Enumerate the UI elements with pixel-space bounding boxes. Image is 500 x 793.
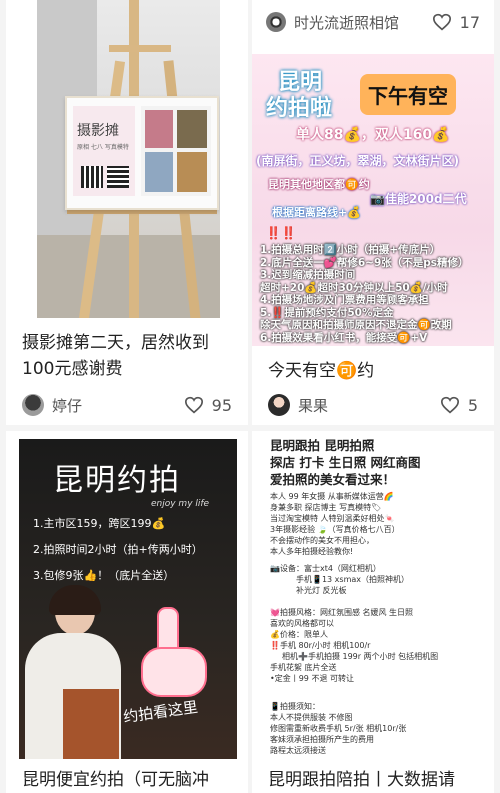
cover-headline: 昆明跟拍 昆明拍照 探店 打卡 生日照 网红商图 爱拍照的美女看过来！ — [270, 438, 421, 487]
poster-badge: 下午有空 — [360, 74, 456, 115]
like-button[interactable]: 17 — [432, 13, 480, 32]
stall-sign-board: 摄影摊 原相 七八 写真模特 — [65, 96, 219, 210]
note-meta: 时光流逝照相馆 17 — [266, 8, 480, 36]
poster-rule: 2.底片全送一💕帮修6~9张（不是ps精修） — [260, 256, 469, 269]
like-count: 17 — [459, 12, 480, 32]
sample-photo — [177, 152, 207, 192]
poster-line: 1.主市区159，跨区199💰 — [33, 517, 166, 530]
note-card[interactable]: 摄影摊 原相 七八 写真模特 摄影摊第二天，居然收到100元感谢费 婷仔 95 — [6, 0, 248, 425]
note-cover-image[interactable]: 昆明约拍 enjoy my life 1.主市区159，跨区199💰 2.拍照时… — [19, 439, 237, 759]
heart-icon — [432, 13, 451, 31]
note-meta: 婷仔 95 — [22, 391, 232, 419]
sample-photo — [177, 110, 207, 148]
note-card[interactable]: 时光流逝照相馆 17 昆明 约拍啦 下午有空 单人88💰，双人160💰 (南屏街… — [252, 0, 494, 425]
sample-photo — [145, 110, 173, 148]
poster-headline: 昆明约拍 — [53, 463, 181, 498]
note-cover-image[interactable]: 昆明跟拍 昆明拍照 探店 打卡 生日照 网红商图 爱拍照的美女看过来！ 本人 9… — [270, 437, 484, 763]
note-title[interactable]: 今天有空🉑约 — [268, 358, 478, 384]
poster-distance: 根据距离路线+💰 — [272, 206, 361, 219]
poster-rule: 3.迟到缩减拍摄时间 — [260, 269, 356, 281]
qr-code — [81, 166, 103, 188]
author-name[interactable]: 时光流逝照相馆 — [294, 12, 432, 33]
poster-line: 2.拍照时间2小时（拍+传两小时） — [33, 543, 203, 556]
author-name[interactable]: 婷仔 — [52, 395, 184, 416]
note-cover-image[interactable]: 摄影摊 原相 七八 写真模特 — [37, 0, 220, 318]
pointing-hand-icon — [137, 607, 209, 699]
poster-price: 单人88💰，双人160💰 — [296, 127, 450, 143]
poster-rules: 1.拍摄总用时2️⃣小时（拍摄+传底片） 2.底片全送一💕帮修6~9张（不是ps… — [260, 244, 492, 344]
cover-intro: 本人 99 年女摄 从事新媒体运营🌈 身兼多职 探店博主 写真模特🏷 当过淘宝模… — [270, 492, 400, 556]
poster-rule: 4.拍摄场地涉及门票费用等顾客承担 — [260, 294, 429, 306]
poster-headline: 约拍啦 — [266, 96, 333, 121]
avatar[interactable] — [22, 394, 44, 416]
heart-icon — [184, 396, 203, 414]
poster-places: (南屏街，正义坊，翠湖，文林街片区) — [256, 154, 459, 168]
note-cover-image[interactable]: 昆明 约拍啦 下午有空 单人88💰，双人160💰 (南屏街，正义坊，翠湖，文林街… — [252, 54, 494, 346]
poster-rule: 超时+20💰超时30分钟以上50💰/小时 — [260, 281, 448, 294]
poster-line: 3.包修9张👍！（底片全送） — [33, 569, 175, 582]
poster-rule: 1.拍摄总用时2️⃣小时（拍摄+传底片） — [260, 244, 441, 256]
cover-notice: 📱拍摄须知： 本人不提供服装 不修图 修图需重新收费手机 5r/张 相机10r/… — [270, 702, 407, 755]
like-count: 95 — [211, 395, 232, 415]
poster-alert: ‼️‼️ — [266, 226, 296, 240]
poster-cta: 约拍看这里 — [122, 697, 199, 727]
like-count: 5 — [467, 395, 478, 415]
stall-sign-text: 摄影摊 — [77, 123, 119, 139]
qr-code — [107, 166, 129, 188]
stall-sign-subtext: 原相 七八 写真模特 — [77, 144, 129, 151]
cover-gear: 📷设备：富士xt4（网红相机） 手机📱13 xsmax（拍照神机） 补光灯 反光… — [270, 564, 410, 595]
poster-rule: 6.拍摄效果看小红书，能接受🉑+V — [260, 331, 428, 344]
like-button[interactable]: 95 — [184, 396, 232, 415]
like-button[interactable]: 5 — [440, 396, 478, 415]
note-card[interactable]: 昆明约拍 enjoy my life 1.主市区159，跨区199💰 2.拍照时… — [6, 431, 248, 793]
cover-service: 💓拍摄风格：网红氛围感 名媛风 生日照 喜欢的风格都可以 💰价格：限单人 ‼️手… — [270, 608, 439, 683]
poster-tag: enjoy my life — [151, 499, 210, 509]
avatar[interactable] — [268, 394, 290, 416]
poster-rule: 5.‼️提前预约支付50%定金 — [260, 306, 394, 319]
note-card[interactable]: 昆明跟拍 昆明拍照 探店 打卡 生日照 网红商图 爱拍照的美女看过来！ 本人 9… — [252, 431, 494, 793]
note-title[interactable]: 摄影摊第二天，居然收到100元感谢费 — [22, 330, 232, 382]
camera-icon[interactable] — [266, 12, 286, 32]
poster-rule: 除天气原因和拍摄师原因不退定金🉑改期 — [260, 319, 452, 331]
sample-photo — [145, 152, 173, 192]
note-title[interactable]: 昆明跟拍陪拍丨大数据请 — [268, 767, 478, 793]
poster-other: 昆明其他地区都🉑约 — [268, 178, 370, 191]
note-title[interactable]: 昆明便宜约拍（可无脑冲 — [22, 767, 232, 793]
model-figure — [19, 585, 129, 759]
poster-camera: 📷佳能200d二代 — [370, 192, 467, 206]
author-name[interactable]: 果果 — [298, 395, 440, 416]
heart-icon — [440, 396, 459, 414]
note-meta: 果果 5 — [268, 391, 478, 419]
